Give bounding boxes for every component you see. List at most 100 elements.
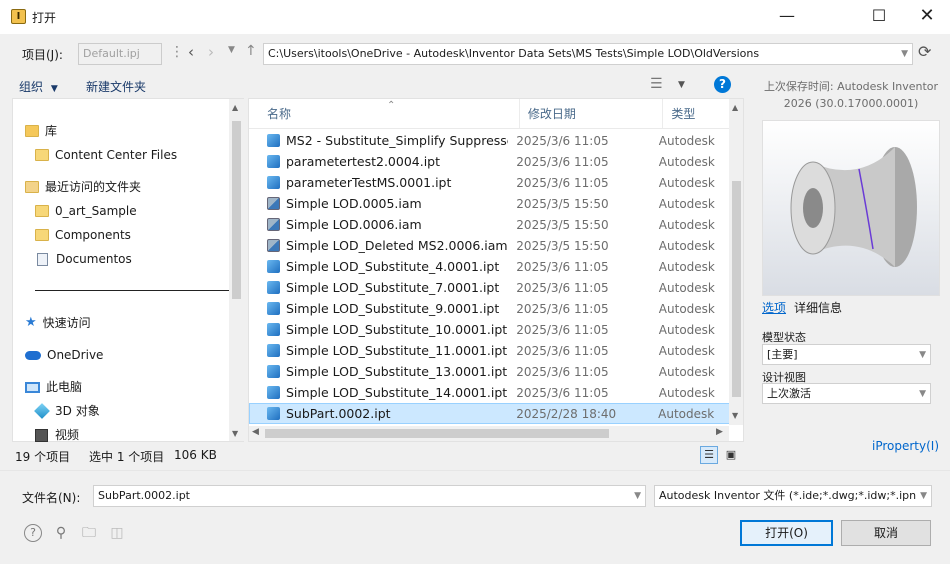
recent-locations-chevron-icon[interactable]: ▼ [228,45,235,55]
nav-item-3d-objects[interactable]: 3D 对象 [34,399,100,423]
nav-item-this-pc[interactable]: 此电脑 [25,375,82,399]
filename-input[interactable]: SubPart.0002.ipt ▼ [93,485,646,507]
table-row[interactable]: Simple LOD_Substitute_7.0001.ipt 2025/3/6… [249,277,730,298]
nav-item-content-center[interactable]: Content Center Files [35,143,177,167]
file-type: Autodesk [658,196,715,211]
tab-options[interactable]: 选项 [762,299,786,316]
table-row[interactable]: MS2 - Substitute_Simplify Suppresse... 20… [249,130,730,151]
nav-scrollbar-thumb[interactable] [232,121,241,299]
help-icon[interactable]: ? [714,76,731,93]
scroll-up-icon[interactable]: ▲ [732,103,738,112]
scroll-up-icon[interactable]: ▲ [232,103,238,112]
refresh-icon[interactable]: ⟳ [918,42,931,61]
thumbnail-view-icon[interactable]: ▣ [722,446,740,464]
saved-info: 上次保存时间: Autodesk Inventor 2026 (30.0.170… [763,80,939,110]
file-name: parameterTestMS.0001.ipt [286,175,452,190]
organize-button[interactable]: 组织 ▼ [19,78,58,95]
file-date: 2025/3/6 11:05 [516,280,609,295]
table-row[interactable]: Simple LOD_Substitute_10.0001.ipt 2025/3/… [249,319,730,340]
file-type: Autodesk [658,175,715,190]
options-icon[interactable]: ◫ [108,524,126,542]
file-name: SubPart.0002.ipt [286,406,391,421]
table-row[interactable]: Simple LOD_Substitute_14.0001.ipt 2025/3/… [249,382,730,403]
minimize-button[interactable]: — [764,0,810,32]
close-button[interactable]: ✕ [904,0,950,32]
column-name[interactable]: 名称 [249,99,520,128]
tab-details[interactable]: 详细信息 [794,299,842,316]
scroll-down-icon[interactable]: ▼ [232,429,238,438]
nav-item-components[interactable]: Components [35,223,131,247]
folder-icon [35,229,49,241]
details-view-icon[interactable]: ☰ [700,446,718,464]
file-date: 2025/3/6 11:05 [516,364,609,379]
table-row[interactable]: parameterTestMS.0001.ipt 2025/3/6 11:05 Au… [249,172,730,193]
back-arrow-icon[interactable]: ‹ [188,43,194,61]
list-hscrollbar-thumb[interactable] [265,429,609,438]
up-arrow-icon[interactable]: ↑ [245,43,257,59]
file-type: Autodesk [658,154,715,169]
table-row-selected[interactable]: SubPart.0002.ipt 2025/2/28 18:40 Autodesk [249,403,730,424]
path-dropdown-icon[interactable]: ▼ [901,49,908,59]
list-scrollbar-thumb[interactable] [732,181,741,397]
scroll-left-icon[interactable]: ◀ [252,427,259,437]
table-row[interactable]: Simple LOD_Substitute_9.0001.ipt 2025/3/6… [249,298,730,319]
filename-value: SubPart.0002.ipt [98,489,190,502]
navigation-pane: 库 Content Center Files 最近访问的文件夹 0_art_Sa… [12,98,244,442]
file-date: 2025/3/6 11:05 [516,385,609,400]
search-icon[interactable]: ⚲ [52,524,70,542]
part-file-icon [267,365,280,378]
table-row[interactable]: Simple LOD_Substitute_13.0001.ipt 2025/3/… [249,361,730,382]
nav-item-onedrive[interactable]: OneDrive [25,343,103,367]
file-name: Simple LOD.0005.iam [286,196,422,211]
column-date[interactable]: 修改日期 [520,99,664,128]
file-type: Autodesk [658,280,715,295]
forward-arrow-icon[interactable]: › [208,43,214,61]
path-bar[interactable]: C:\Users\itools\OneDrive - Autodesk\Inve… [263,43,913,65]
table-row[interactable]: Simple LOD.0006.iam 2025/3/5 15:50 Autodes… [249,214,730,235]
new-folder-button[interactable]: 新建文件夹 [86,78,146,95]
file-name: parametertest2.0004.ipt [286,154,441,169]
file-date: 2025/3/6 11:05 [516,259,609,274]
view-mode-chevron-icon[interactable]: ▼ [678,80,685,90]
help-circle-icon[interactable]: ? [24,524,42,542]
file-name: Simple LOD_Substitute_13.0001.ipt [286,364,508,379]
file-type: Autodesk [658,343,715,358]
open-button[interactable]: 打开(O) [740,520,833,546]
nav-item-recent[interactable]: 最近访问的文件夹 [25,175,141,199]
table-row[interactable]: Simple LOD_Deleted MS2.0006.iam 2025/3/5 … [249,235,730,256]
preview-pane: 上次保存时间: Autodesk Inventor 2026 (30.0.170… [752,70,950,470]
cloud-icon [25,350,41,360]
table-row[interactable]: parametertest2.0004.ipt 2025/3/6 11:05 Aut… [249,151,730,172]
list-horizontal-scrollbar[interactable]: ◀ ▶ [249,426,729,441]
cancel-button[interactable]: 取消 [841,520,931,546]
part-file-icon [267,344,280,357]
folder-icon [35,205,49,217]
nav-item-quick-access[interactable]: ★ 快速访问 [25,311,91,335]
scroll-down-icon[interactable]: ▼ [732,411,738,420]
nav-item-art-sample[interactable]: 0_art_Sample [35,199,137,223]
design-view-combo[interactable]: 上次激活 ▼ [762,383,931,404]
list-vertical-scrollbar[interactable]: ▲ ▼ [729,99,743,425]
view-mode-icon[interactable]: ☰ [650,76,663,92]
more-options-icon[interactable]: ⋮ [170,44,184,60]
nav-item-videos[interactable]: 视频 [35,423,79,447]
chevron-down-icon[interactable]: ▼ [634,491,641,501]
table-row[interactable]: Simple LOD.0005.iam 2025/3/5 15:50 Autodes… [249,193,730,214]
library-folder-icon [25,125,39,137]
table-row[interactable]: Simple LOD_Substitute_11.0001.ipt 2025/3/… [249,340,730,361]
table-row[interactable]: Simple LOD_Substitute_4.0001.ipt 2025/3/6… [249,256,730,277]
model-state-combo[interactable]: [主要] ▼ [762,344,931,365]
nav-scrollbar[interactable]: ▲ ▼ [229,99,244,441]
nav-item-library[interactable]: 库 [25,119,57,143]
maximize-button[interactable]: ☐ [856,0,902,32]
nav-item-label: 此电脑 [46,380,83,394]
nav-item-documentos[interactable]: Documentos [35,247,132,271]
folder-outline-icon[interactable]: 🗀 [80,524,98,542]
part-file-icon [267,176,280,189]
nav-item-label: 最近访问的文件夹 [45,180,142,194]
assembly-file-icon [267,197,280,210]
scroll-right-icon[interactable]: ▶ [716,427,723,437]
project-combo[interactable]: Default.ipj [78,43,162,65]
item-count: 19 个项目 [15,450,71,464]
filetype-select[interactable]: Autodesk Inventor 文件 (*.ide;*.dwg;*.idw;… [654,485,932,507]
